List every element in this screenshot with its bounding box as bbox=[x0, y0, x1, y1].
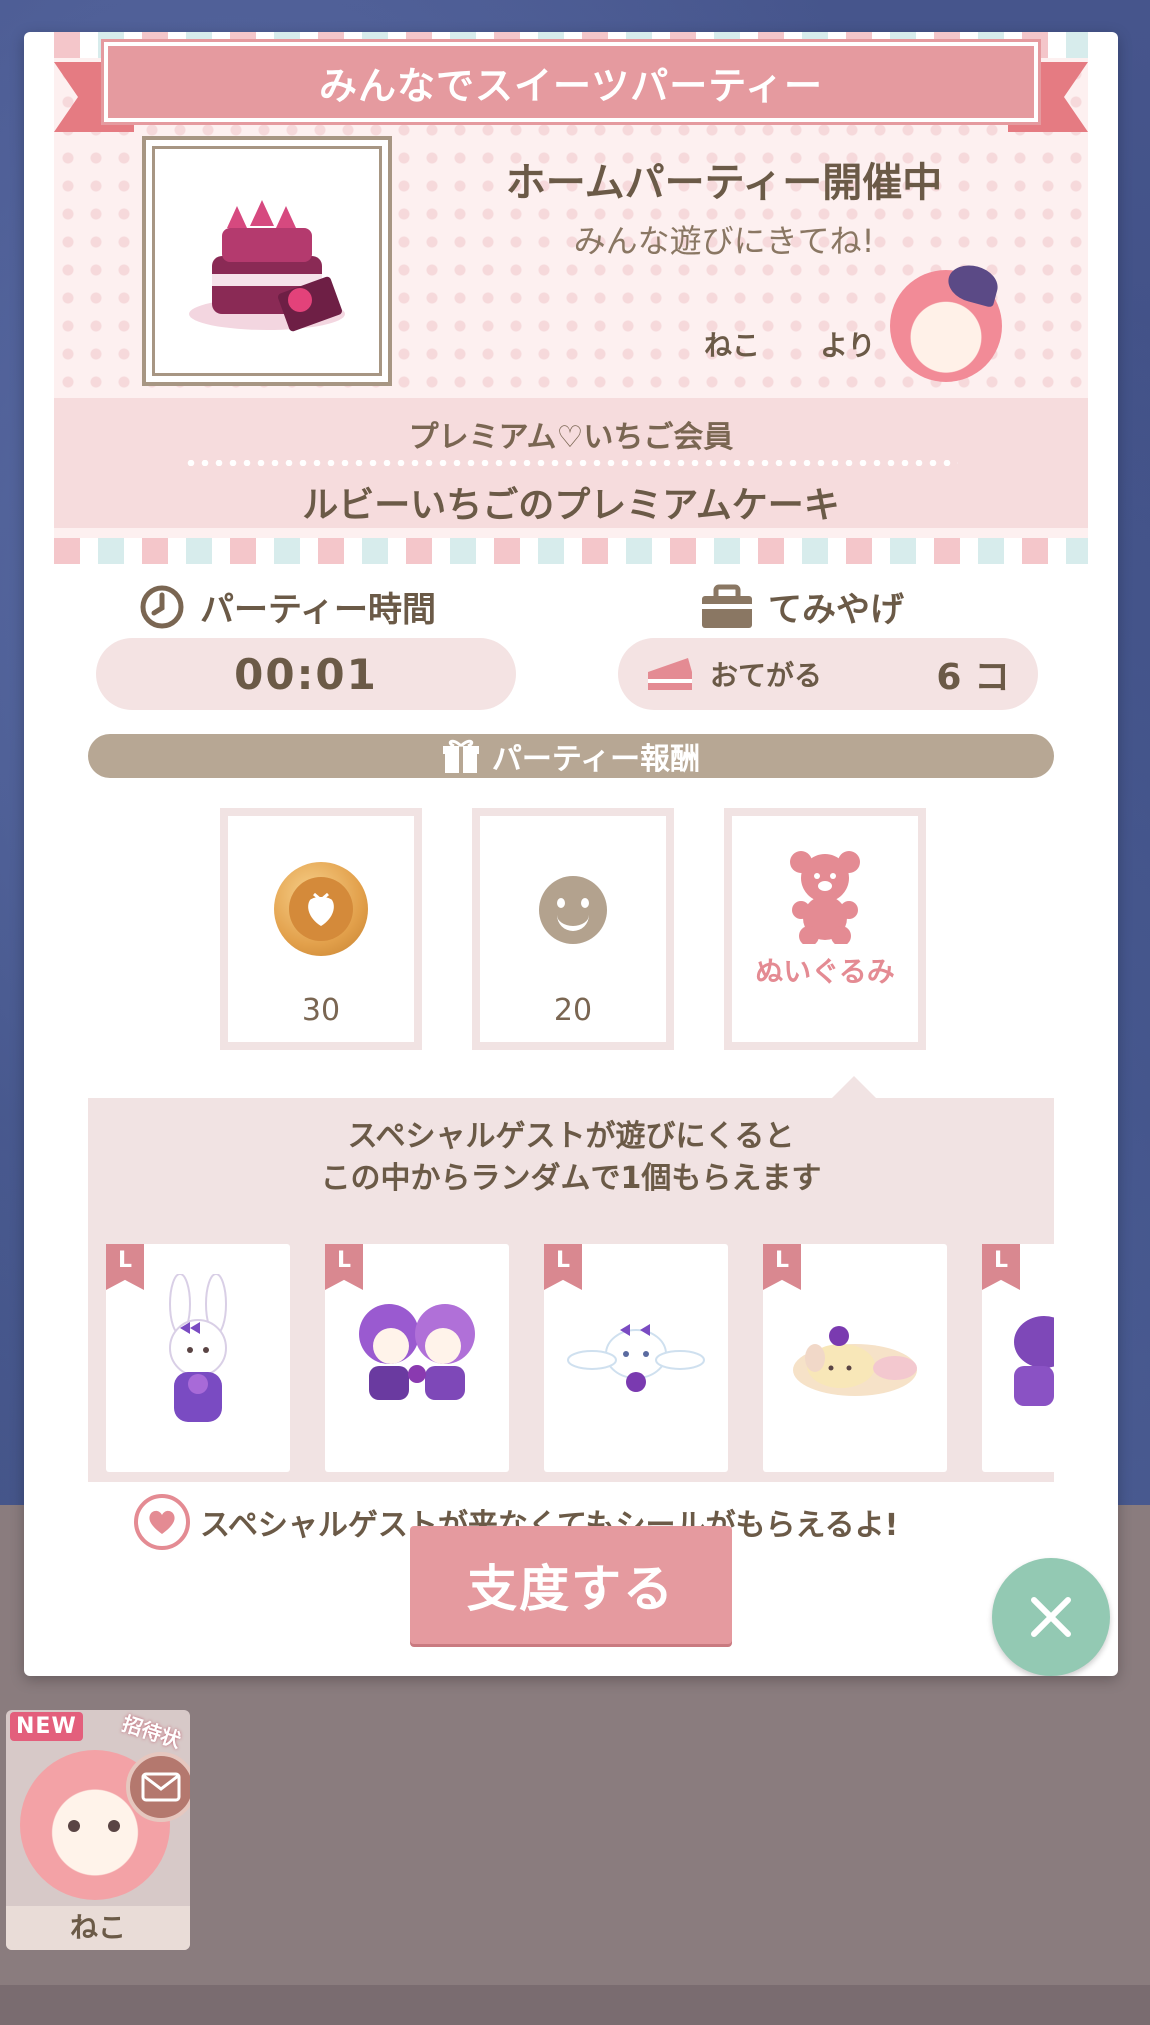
pompompurin-plush-icon bbox=[793, 1326, 917, 1396]
strawberry-coin-icon bbox=[274, 862, 368, 956]
smiley-icon bbox=[539, 876, 607, 944]
souvenir-item: おてがる bbox=[710, 659, 823, 692]
reward-plush[interactable]: ぬいぐるみ bbox=[724, 808, 926, 1050]
party-time-label: パーティー時間 bbox=[200, 590, 436, 630]
host-name: ねこ bbox=[704, 329, 761, 362]
special-guest-text: スペシャルゲストが遊びにくると この中からランダムで1個もらえます bbox=[88, 1116, 1054, 1200]
bunny-plush-icon bbox=[169, 1274, 227, 1422]
special-guest-line1: スペシャルゲストが遊びにくると bbox=[347, 1119, 795, 1154]
cake-slice-icon bbox=[648, 658, 692, 690]
cake-thumbnail bbox=[142, 136, 392, 386]
reward-plush-label: ぬいぐるみ bbox=[755, 955, 895, 988]
party-time-header: パーティー時間 bbox=[138, 582, 436, 631]
checker-border-bottom bbox=[54, 538, 1088, 564]
prepare-button[interactable]: 支度する bbox=[410, 1526, 732, 1644]
plush-card[interactable]: L bbox=[325, 1244, 509, 1472]
gift-icon bbox=[442, 739, 479, 773]
party-modal: みんなでスイーツパーティー ホームパーティー開催中 みんな遊びにきてね! ねこ よ… bbox=[24, 32, 1118, 1676]
heart-icon bbox=[134, 1494, 190, 1550]
reward-coins-amount: 30 bbox=[301, 993, 341, 1028]
host-signature: ねこ より bbox=[704, 324, 875, 364]
twin-stars-plush-icon bbox=[359, 1304, 475, 1400]
reward-coins: 30 bbox=[220, 808, 422, 1050]
special-guest-panel[interactable]: スペシャルゲストが遊びにくると この中からランダムで1個もらえます L L L … bbox=[88, 1098, 1054, 1482]
plush-card[interactable]: L bbox=[544, 1244, 728, 1472]
special-guest-line2: この中からランダムで1個もらえます bbox=[320, 1161, 822, 1196]
new-tag: NEW bbox=[10, 1712, 83, 1741]
plush-card[interactable]: L bbox=[106, 1244, 290, 1472]
party-status: ホームパーティー開催中 bbox=[505, 160, 943, 206]
souvenir-pill[interactable]: おてがる 6 コ bbox=[618, 638, 1038, 710]
host-suffix: より bbox=[820, 329, 876, 362]
souvenir-count: 6 コ bbox=[936, 657, 1010, 698]
host-avatar bbox=[890, 270, 1002, 382]
cinnamoroll-plush-icon bbox=[567, 1324, 705, 1392]
visitor-name: ねこ bbox=[6, 1906, 190, 1950]
invite-tag: 招待状 bbox=[119, 1711, 184, 1753]
plush-card[interactable]: L bbox=[982, 1244, 1054, 1472]
banner-title: みんなでスイーツパーティー bbox=[101, 39, 1041, 125]
background-floor-band bbox=[0, 1985, 1150, 2025]
plush-card[interactable]: L bbox=[763, 1244, 947, 1472]
close-button[interactable] bbox=[992, 1558, 1110, 1676]
cake-icon bbox=[189, 200, 345, 332]
souvenir-header: てみやげ bbox=[700, 582, 904, 631]
mail-icon[interactable] bbox=[126, 1752, 190, 1822]
souvenir-label: てみやげ bbox=[768, 590, 904, 630]
close-icon bbox=[1031, 1597, 1071, 1637]
membership-tier: プレミアム♡いちご会員 bbox=[408, 420, 734, 455]
party-time-value: 00:01 bbox=[96, 638, 516, 710]
clock-icon bbox=[140, 585, 184, 628]
visitor-card[interactable]: NEW 招待状 ねこ bbox=[6, 1710, 190, 1950]
membership-item-name: ルビーいちごのプレミアムケーキ bbox=[302, 485, 840, 526]
bag-icon bbox=[702, 584, 752, 628]
rewards-header: パーティー報酬 bbox=[88, 734, 1054, 778]
dotted-divider bbox=[184, 460, 958, 466]
party-message: みんな遊びにきてね! bbox=[573, 222, 875, 260]
my-melody-plush-icon bbox=[1014, 1316, 1054, 1406]
teddy-bear-icon bbox=[790, 851, 860, 944]
reward-smiles: 20 bbox=[472, 808, 674, 1050]
reward-smiles-amount: 20 bbox=[553, 993, 593, 1028]
membership-band: プレミアム♡いちご会員 ルビーいちごのプレミアムケーキ bbox=[54, 398, 1088, 528]
panel-pointer bbox=[832, 1076, 876, 1098]
rewards-label: パーティー報酬 bbox=[491, 742, 701, 777]
